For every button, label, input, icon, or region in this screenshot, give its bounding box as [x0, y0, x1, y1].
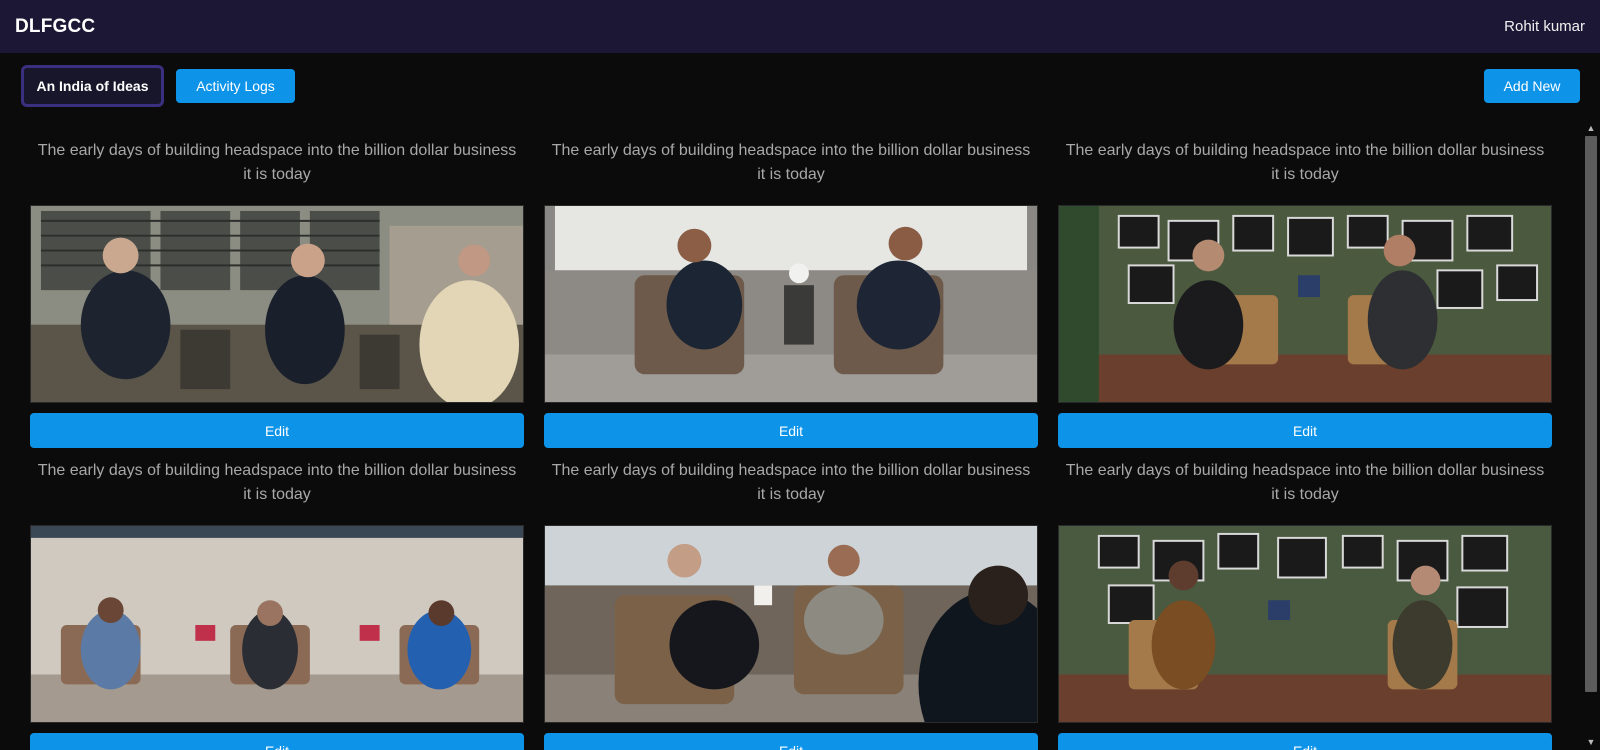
event-card: The early days of building headspace int… [1058, 459, 1552, 750]
top-navbar: DLFGCC Rohit kumar [0, 0, 1600, 53]
event-card: The early days of building headspace int… [544, 459, 1038, 750]
event-card: The early days of building headspace int… [1058, 139, 1552, 448]
brand-logo-text[interactable]: DLFGCC [15, 16, 95, 38]
add-new-button[interactable]: Add New [1484, 69, 1580, 103]
card-grid: The early days of building headspace int… [0, 118, 1582, 750]
event-photo [544, 205, 1038, 403]
event-photo [544, 525, 1038, 723]
toolbar: An India of Ideas Activity Logs Add New [0, 53, 1600, 118]
tab-an-india-of-ideas[interactable]: An India of Ideas [21, 65, 164, 107]
event-photo [30, 205, 524, 403]
event-card: The early days of building headspace int… [544, 139, 1038, 448]
card-title: The early days of building headspace int… [551, 462, 1031, 503]
scroll-down-arrow-icon[interactable]: ▼ [1585, 736, 1597, 748]
scroll-up-arrow-icon[interactable]: ▲ [1585, 122, 1597, 134]
edit-button[interactable]: Edit [1058, 733, 1552, 750]
scrollbar-thumb[interactable] [1585, 136, 1597, 692]
card-title: The early days of building headspace int… [37, 462, 517, 503]
event-photo [1058, 205, 1552, 403]
card-title: The early days of building headspace int… [37, 142, 517, 183]
card-title: The early days of building headspace int… [1065, 462, 1545, 503]
edit-button[interactable]: Edit [544, 733, 1038, 750]
edit-button[interactable]: Edit [1058, 413, 1552, 448]
event-card: The early days of building headspace int… [30, 139, 524, 448]
event-photo [30, 525, 524, 723]
card-title: The early days of building headspace int… [551, 142, 1031, 183]
edit-button[interactable]: Edit [30, 733, 524, 750]
user-name[interactable]: Rohit kumar [1504, 18, 1585, 35]
card-title: The early days of building headspace int… [1065, 142, 1545, 183]
event-photo [1058, 525, 1552, 723]
vertical-scrollbar[interactable]: ▲ ▼ [1582, 118, 1600, 750]
event-card: The early days of building headspace int… [30, 459, 524, 750]
tab-activity-logs[interactable]: Activity Logs [176, 69, 295, 103]
edit-button[interactable]: Edit [544, 413, 1038, 448]
edit-button[interactable]: Edit [30, 413, 524, 448]
